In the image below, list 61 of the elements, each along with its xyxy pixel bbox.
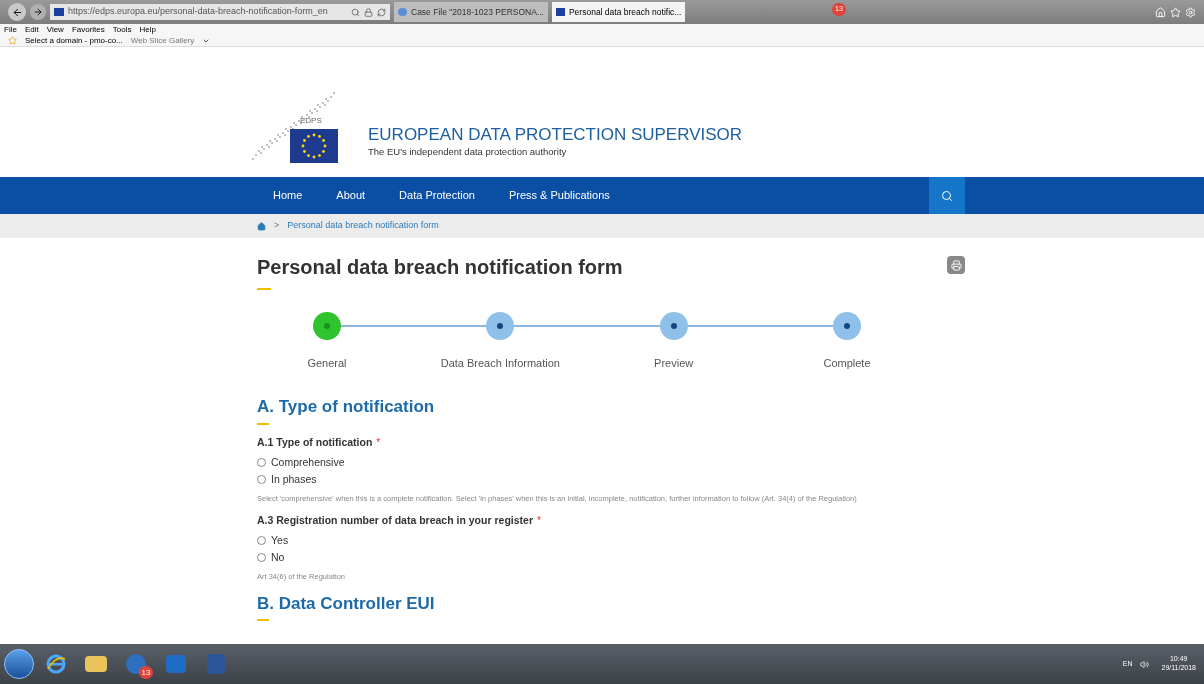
menu-item[interactable]: File <box>4 23 17 36</box>
step-marker[interactable] <box>659 312 688 340</box>
nav-link[interactable]: Data Protection <box>399 187 475 204</box>
radio-option[interactable]: Comprehensive <box>257 454 345 472</box>
tab-title: Personal data breach notific... <box>568 5 682 19</box>
step-marker[interactable] <box>313 312 341 340</box>
step-label: Preview <box>654 356 694 371</box>
browser-tab[interactable]: Case File "2018-1023 PERSONA... <box>394 2 548 22</box>
address-bar[interactable]: https://edps.europa.eu/personal-data-breach-notification-form_en <box>50 4 390 20</box>
section-title: A. Type of notification <box>257 396 436 418</box>
menu-item[interactable]: View <box>46 23 64 36</box>
step-label: Data Breach Information <box>440 356 560 371</box>
address-text: https://edps.europa.eu/personal-data-breach-notification-form_en <box>68 5 329 19</box>
menu-item[interactable]: Edit <box>24 23 39 36</box>
home-icon[interactable] <box>257 221 266 231</box>
refresh-icon[interactable] <box>377 7 386 17</box>
lock-icon <box>364 7 373 17</box>
favorites-link[interactable]: Select a domain - pmo-co... <box>25 34 123 47</box>
menu-item[interactable]: Help <box>139 23 156 36</box>
tab-favicon <box>398 8 407 16</box>
breadcrumb-separator: > <box>274 219 280 233</box>
star-icon[interactable] <box>1170 6 1181 18</box>
favorites-star-icon[interactable] <box>8 36 17 45</box>
back-arrow-icon <box>11 6 23 18</box>
forward-arrow-icon <box>33 7 43 17</box>
site-favicon <box>54 8 64 16</box>
taskbar-badge: 13 <box>139 666 153 679</box>
radio-option[interactable]: In phases <box>257 471 317 489</box>
logo-text: EDPS <box>300 115 322 127</box>
search-icon <box>941 189 953 202</box>
menu-item[interactable]: Tools <box>112 23 132 36</box>
site-title: EUROPEAN DATA PROTECTION SUPERVISOR <box>368 123 743 145</box>
favorites-link[interactable]: Web Slice Gallery <box>130 34 195 47</box>
required-mark: * <box>376 435 381 450</box>
browser-tab[interactable]: Personal data breach notific... <box>551 2 686 22</box>
back-button[interactable] <box>8 3 26 21</box>
search-icon <box>351 7 360 17</box>
print-button[interactable] <box>947 256 965 274</box>
nav-link[interactable]: About <box>336 187 366 204</box>
tab-favicon <box>555 8 565 16</box>
question-label: A.3 Registration number of data breach in your register <box>257 512 533 528</box>
section-title: B. Data Controller EUI <box>257 592 436 615</box>
settings-icon[interactable] <box>1185 6 1196 18</box>
question-label: A.1 Type of notification <box>257 434 373 450</box>
forward-button[interactable] <box>30 4 46 20</box>
step-marker[interactable] <box>486 312 515 340</box>
page-title: Personal data breach notification form <box>257 255 623 280</box>
step-label: Complete <box>823 356 871 371</box>
step-label: General <box>307 356 347 371</box>
nav-link[interactable]: Press & Publications <box>508 187 610 204</box>
site-subtitle: The EU's independent data protection authority <box>368 144 568 159</box>
required-mark: * <box>537 513 541 528</box>
volume-icon[interactable] <box>1140 659 1150 669</box>
tab-title: Case File "2018-1023 PERSONA... <box>411 5 544 19</box>
nav-link[interactable]: Home <box>273 187 303 204</box>
step-marker[interactable] <box>833 312 861 340</box>
radio-option[interactable]: Yes <box>257 532 289 550</box>
start-button[interactable] <box>4 649 34 679</box>
breadcrumb-link[interactable]: Personal data breach notification form <box>287 219 439 233</box>
radio-option[interactable]: No <box>257 549 285 567</box>
menu-item[interactable]: Favorites <box>71 23 105 36</box>
